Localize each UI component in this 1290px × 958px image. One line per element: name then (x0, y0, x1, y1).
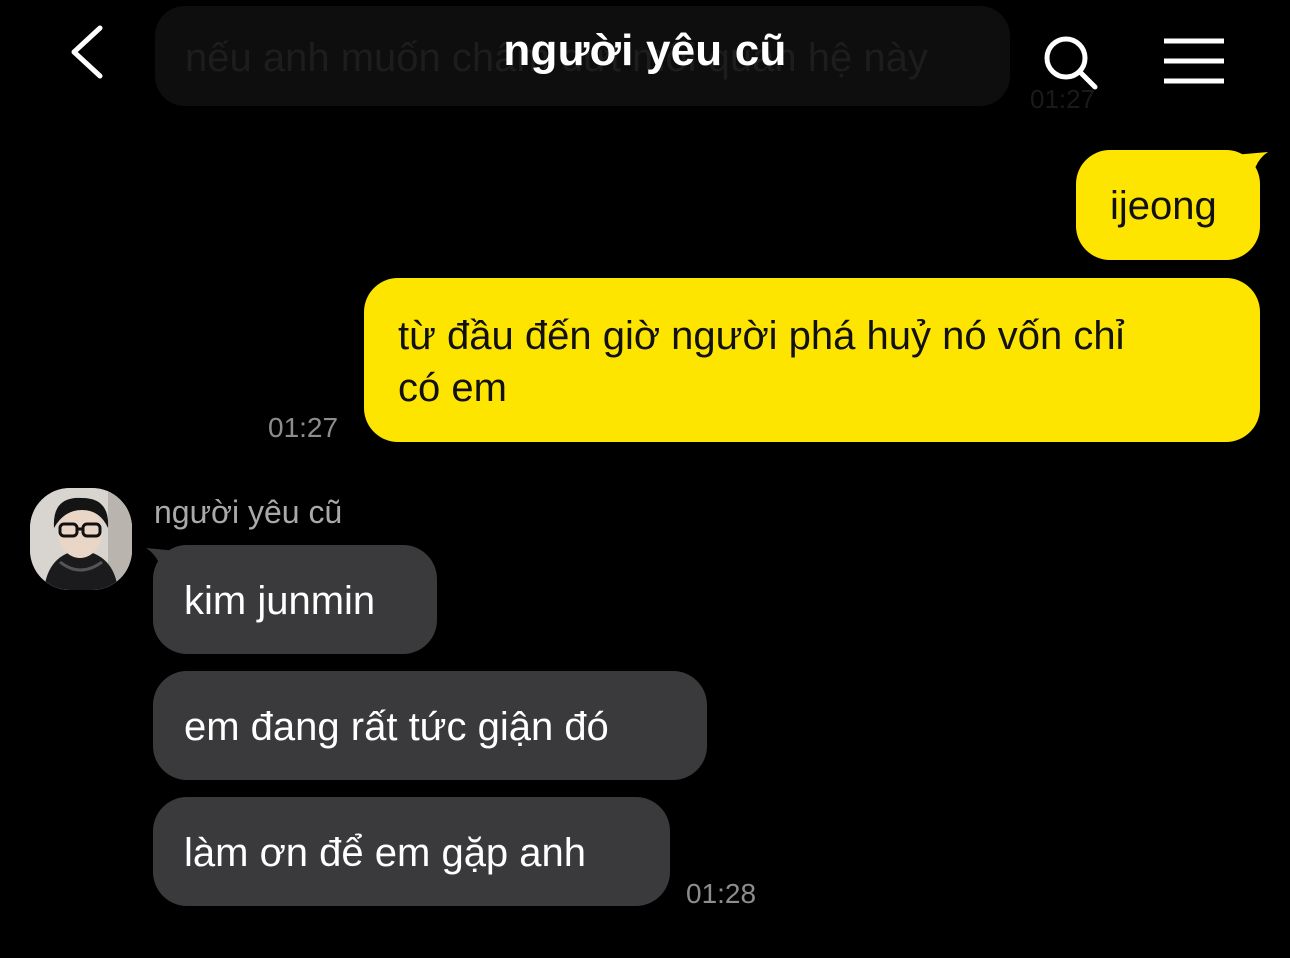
sender-name: người yêu cũ (154, 494, 343, 530)
message-text-line-2: có em (398, 366, 507, 410)
message-text: em đang rất tức giận đó (184, 705, 609, 749)
outgoing-message-bubble[interactable]: từ đầu đến giờ người phá huỷ nó vốn chỉ … (364, 278, 1260, 442)
outgoing-message-bubble[interactable]: ijeong (1076, 150, 1260, 260)
avatar[interactable] (30, 488, 132, 590)
message-timestamp: 01:28 (686, 878, 757, 909)
search-icon[interactable] (1040, 34, 1100, 94)
hamburger-menu-icon[interactable] (1162, 38, 1226, 86)
message-text: làm ơn để em gặp anh (184, 831, 587, 875)
message-text: kim junmin (184, 579, 376, 623)
incoming-message-bubble[interactable]: làm ơn để em gặp anh (153, 797, 670, 906)
incoming-message-bubble[interactable]: em đang rất tức giận đó (153, 671, 707, 780)
message-timestamp: 01:27 (268, 412, 339, 443)
message-text-line-1: từ đầu đến giờ người phá huỷ nó vốn chỉ (398, 314, 1125, 358)
incoming-message-bubble[interactable]: kim junmin (153, 545, 437, 654)
message-text: ijeong (1110, 184, 1217, 228)
